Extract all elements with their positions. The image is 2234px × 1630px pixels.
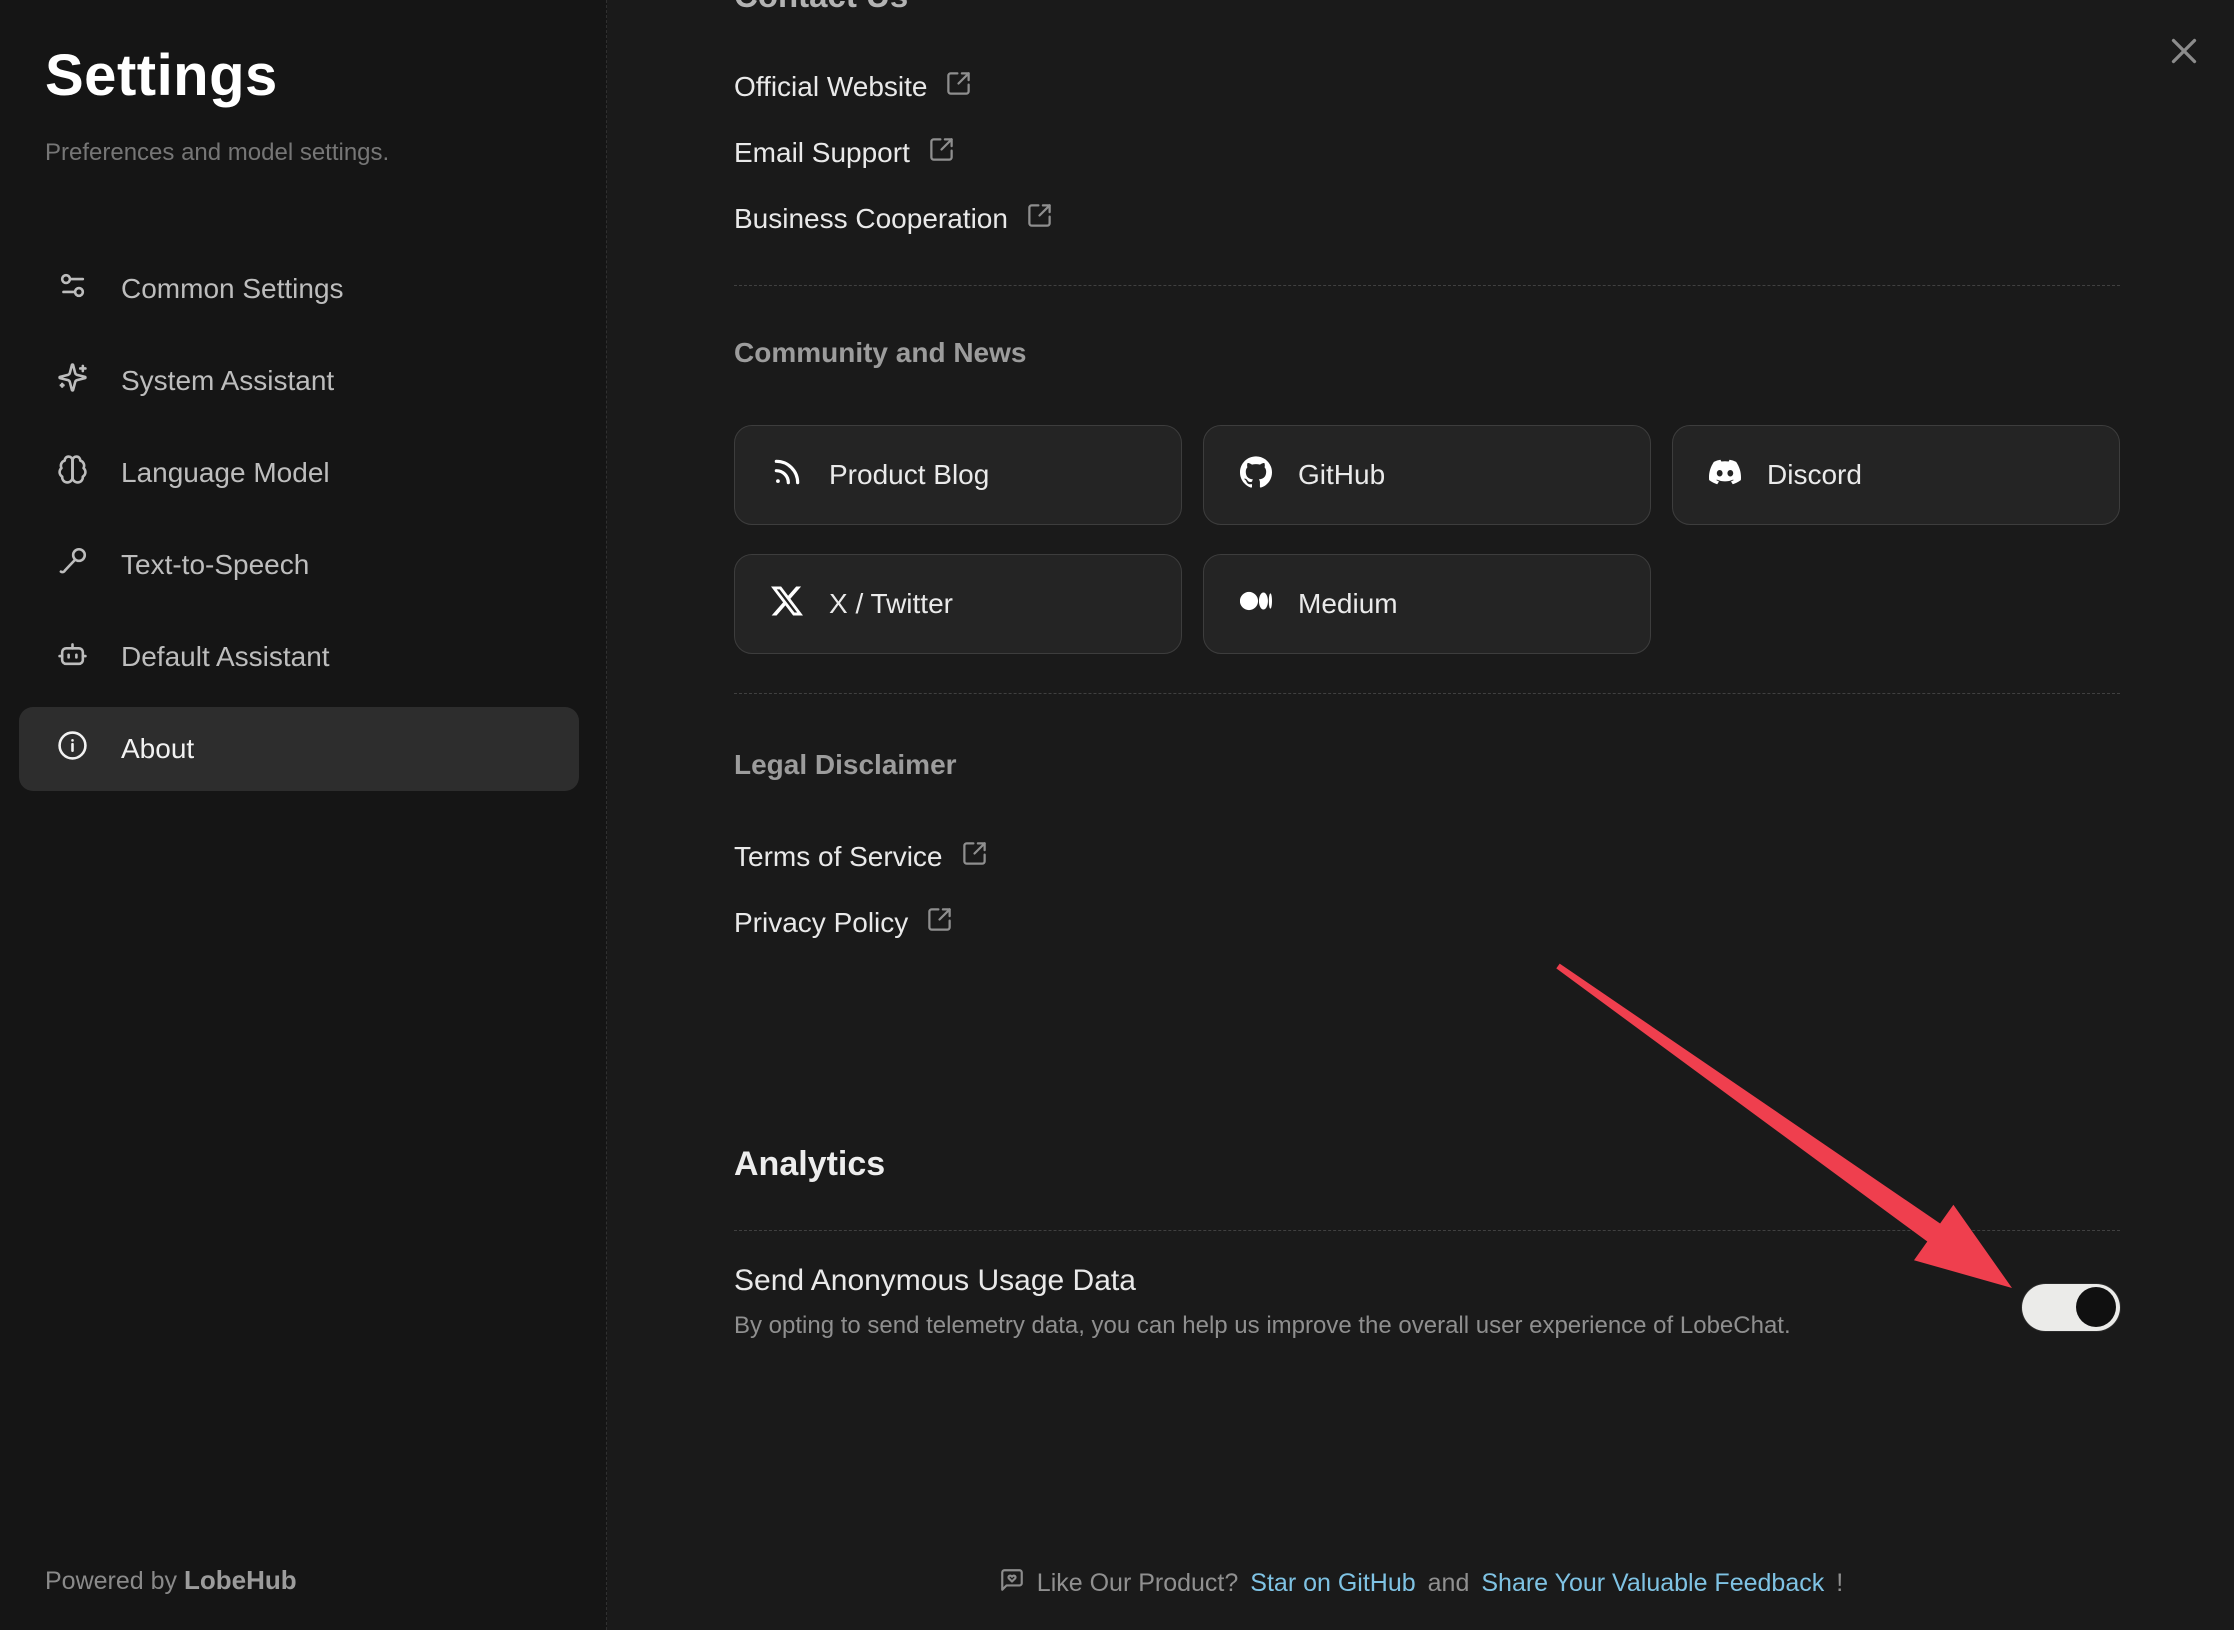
lobehub-brand: LobeHub — [184, 1565, 297, 1595]
button-label: GitHub — [1298, 459, 1385, 491]
sidebar-header: Settings Preferences and model settings. — [0, 0, 606, 167]
link-label: Terms of Service — [734, 841, 943, 873]
sidebar-item-label: Common Settings — [121, 273, 344, 305]
section-divider — [734, 1230, 2120, 1231]
settings-modal: Settings Preferences and model settings.… — [0, 0, 2234, 1630]
footer-text: ! — [1836, 1569, 1843, 1598]
external-link-icon — [945, 70, 972, 104]
button-label: Product Blog — [829, 459, 989, 491]
button-label: X / Twitter — [829, 588, 953, 620]
github-button[interactable]: GitHub — [1203, 425, 1651, 525]
external-link-icon — [926, 906, 953, 940]
sidebar-item-about[interactable]: About — [19, 707, 579, 791]
page-subtitle: Preferences and model settings. — [45, 139, 561, 167]
external-link-icon — [928, 136, 955, 170]
link-email-support[interactable]: Email Support — [734, 120, 2120, 186]
legal-links: Terms of Service Privacy Policy — [734, 824, 2120, 956]
link-terms-of-service[interactable]: Terms of Service — [734, 824, 2120, 890]
button-label: Discord — [1767, 459, 1862, 491]
link-privacy-policy[interactable]: Privacy Policy — [734, 890, 2120, 956]
telemetry-toggle[interactable] — [2022, 1284, 2120, 1331]
sidebar-item-label: About — [121, 733, 194, 765]
about-panel: Contact Us Official Website Email Suppor… — [608, 0, 2234, 1630]
community-heading: Community and News — [734, 335, 2120, 371]
x-logo-icon — [771, 585, 803, 624]
link-label: Privacy Policy — [734, 907, 908, 939]
sparkles-icon — [57, 362, 88, 400]
mic-icon — [57, 546, 88, 584]
sidebar-item-language-model[interactable]: Language Model — [19, 431, 579, 515]
powered-by-text: Powered by — [45, 1567, 177, 1595]
github-icon — [1240, 456, 1272, 495]
close-button[interactable] — [2166, 33, 2202, 69]
sidebar-item-default-assistant[interactable]: Default Assistant — [19, 615, 579, 699]
link-label: Business Cooperation — [734, 203, 1008, 235]
legal-heading: Legal Disclaimer — [734, 747, 2120, 783]
powered-by: Powered by LobeHub — [45, 1565, 297, 1596]
info-icon — [57, 730, 88, 768]
feedback-footer: Like Our Product? Star on GitHub and Sha… — [608, 1567, 2234, 1600]
link-label: Official Website — [734, 71, 927, 103]
contact-us-heading: Contact Us — [734, 0, 2120, 18]
product-blog-button[interactable]: Product Blog — [734, 425, 1182, 525]
message-heart-icon — [999, 1567, 1025, 1600]
toggle-knob — [2076, 1287, 2116, 1327]
medium-icon — [1240, 585, 1272, 624]
section-divider — [734, 285, 2120, 286]
sidebar-item-label: Language Model — [121, 457, 330, 489]
rss-icon — [771, 456, 803, 495]
telemetry-setting-description: By opting to send telemetry data, you ca… — [734, 1311, 1791, 1341]
share-feedback-link[interactable]: Share Your Valuable Feedback — [1481, 1569, 1824, 1598]
link-official-website[interactable]: Official Website — [734, 54, 2120, 120]
discord-icon — [1709, 456, 1741, 495]
medium-button[interactable]: Medium — [1203, 554, 1651, 654]
sidebar-nav: Common Settings System Assistant Languag… — [19, 247, 579, 791]
external-link-icon — [1026, 202, 1053, 236]
bot-icon — [57, 638, 88, 676]
section-divider — [734, 693, 2120, 694]
sidebar-item-label: Default Assistant — [121, 641, 330, 673]
sliders-icon — [57, 270, 88, 308]
footer-text: and — [1428, 1569, 1470, 1598]
link-label: Email Support — [734, 137, 910, 169]
community-buttons: Product Blog GitHub Discord X / Twitter … — [734, 425, 2120, 654]
telemetry-setting-row: Send Anonymous Usage Data By opting to s… — [734, 1264, 2120, 1341]
sidebar-item-text-to-speech[interactable]: Text-to-Speech — [19, 523, 579, 607]
telemetry-setting-text: Send Anonymous Usage Data By opting to s… — [734, 1264, 1791, 1341]
telemetry-setting-title: Send Anonymous Usage Data — [734, 1264, 1791, 1298]
sidebar-item-label: System Assistant — [121, 365, 334, 397]
analytics-heading: Analytics — [734, 1142, 2120, 1186]
footer-text: Like Our Product? — [1037, 1569, 1239, 1598]
button-label: Medium — [1298, 588, 1398, 620]
discord-button[interactable]: Discord — [1672, 425, 2120, 525]
sidebar-item-common-settings[interactable]: Common Settings — [19, 247, 579, 331]
x-twitter-button[interactable]: X / Twitter — [734, 554, 1182, 654]
settings-sidebar: Settings Preferences and model settings.… — [0, 0, 607, 1630]
link-business-cooperation[interactable]: Business Cooperation — [734, 186, 2120, 252]
brain-icon — [57, 454, 88, 492]
external-link-icon — [961, 840, 988, 874]
page-title: Settings — [45, 42, 561, 109]
star-on-github-link[interactable]: Star on GitHub — [1250, 1569, 1415, 1598]
contact-links: Official Website Email Support Business … — [734, 54, 2120, 252]
sidebar-item-system-assistant[interactable]: System Assistant — [19, 339, 579, 423]
sidebar-item-label: Text-to-Speech — [121, 549, 309, 581]
